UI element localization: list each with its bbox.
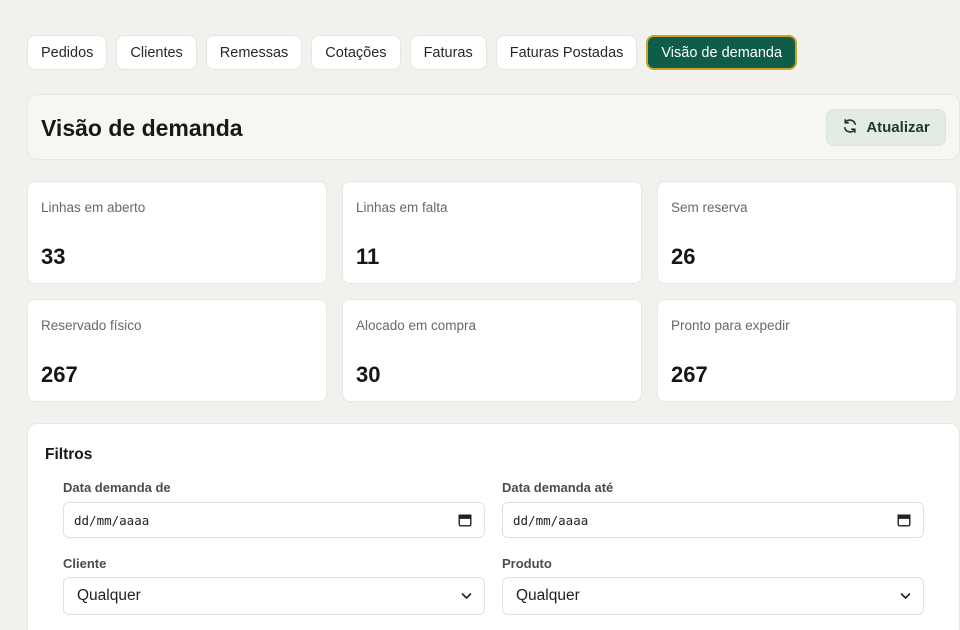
filters-title: Filtros [45,446,93,463]
tab-faturas-postadas[interactable]: Faturas Postadas [495,35,638,70]
stat-card-reservado-fisico: Reservado físico 267 [27,299,327,402]
stat-label: Reservado físico [41,318,142,333]
tab-faturas[interactable]: Faturas [409,35,487,70]
stat-card-sem-reserva: Sem reserva 26 [657,181,957,284]
stat-label: Pronto para expedir [671,318,790,333]
tab-remessas[interactable]: Remessas [205,35,303,70]
tab-clientes[interactable]: Clientes [116,35,197,70]
product-select-value: Qualquer [516,587,580,604]
stat-card-pronto-para-expedir: Pronto para expedir 267 [657,299,957,402]
tab-pedidos[interactable]: Pedidos [27,35,108,70]
stat-label: Alocado em compra [356,318,477,333]
stat-value: 11 [356,244,380,269]
date-to-label: Data demanda até [502,480,614,495]
client-select[interactable]: Qualquer [63,577,485,615]
stat-card-alocado-em-compra: Alocado em compra 30 [342,299,642,402]
stat-card-linhas-em-aberto: Linhas em aberto 33 [27,181,327,284]
refresh-button-label: Atualizar [866,119,930,136]
stat-label: Sem reserva [671,200,748,215]
date-from-placeholder: dd/mm/aaaa [74,512,150,528]
product-label: Produto [502,556,552,571]
chevron-down-icon [900,592,911,600]
chevron-down-icon [461,592,472,600]
demand-view-page: Pedidos Clientes Remessas Cotações Fatur… [0,0,960,630]
stat-value: 26 [671,244,696,269]
tab-bar: Pedidos Clientes Remessas Cotações Fatur… [27,35,798,70]
date-to-input[interactable]: dd/mm/aaaa [502,502,924,538]
date-to-placeholder: dd/mm/aaaa [513,512,589,528]
stat-card-linhas-em-falta: Linhas em falta 11 [342,181,642,284]
stat-value: 33 [41,244,66,269]
date-from-input[interactable]: dd/mm/aaaa [63,502,485,538]
stat-label: Linhas em aberto [41,200,146,215]
tab-visao-de-demanda[interactable]: Visão de demanda [646,35,798,70]
tab-cotacoes[interactable]: Cotações [311,35,401,70]
page-header: Visão de demanda Atualizar [27,94,960,160]
stat-value: 267 [671,362,708,387]
stat-label: Linhas em falta [356,200,448,215]
calendar-icon[interactable] [897,513,911,527]
stat-value: 30 [356,362,381,387]
client-label: Cliente [63,556,107,571]
page-title: Visão de demanda [41,115,243,141]
refresh-icon [842,118,858,138]
product-select[interactable]: Qualquer [502,577,924,615]
date-from-label: Data demanda de [63,480,171,495]
filters-panel: Filtros Data demanda de dd/mm/aaaa Data … [27,423,960,630]
stat-value: 267 [41,362,78,387]
refresh-button[interactable]: Atualizar [826,109,946,146]
stats-grid: Linhas em aberto 33 Linhas em falta 11 S… [27,181,960,402]
client-select-value: Qualquer [77,587,141,604]
calendar-icon[interactable] [458,513,472,527]
